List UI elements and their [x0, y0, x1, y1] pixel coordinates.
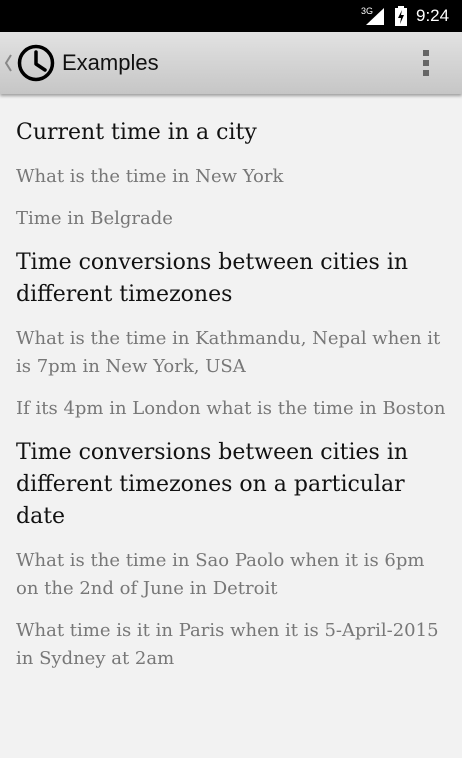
- clock-icon[interactable]: [16, 43, 56, 83]
- example-item[interactable]: What is the time in Sao Paolo when it is…: [16, 547, 446, 603]
- section-time-conversions: Time conversions between cities in diffe…: [16, 247, 446, 423]
- section-heading: Time conversions between cities in diffe…: [16, 440, 409, 529]
- back-chevron-icon[interactable]: [3, 52, 13, 74]
- overflow-menu-icon[interactable]: [418, 48, 434, 78]
- action-bar: Examples: [0, 32, 462, 94]
- example-item[interactable]: If its 4pm in London what is the time in…: [16, 395, 446, 423]
- status-bar: 3G 9:24: [0, 0, 462, 32]
- section-heading: Current time in a city: [16, 120, 257, 145]
- page-title: Examples: [62, 50, 159, 75]
- example-item[interactable]: What is the time in Kathmandu, Nepal whe…: [16, 325, 446, 381]
- section-current-time: Current time in a city What is the time …: [16, 117, 446, 233]
- signal-icon: [366, 8, 384, 25]
- examples-list: Current time in a city What is the time …: [16, 117, 446, 687]
- status-time: 9:24: [416, 6, 450, 25]
- section-heading: Time conversions between cities in diffe…: [16, 250, 409, 307]
- example-item[interactable]: Time in Belgrade: [16, 205, 446, 233]
- example-item[interactable]: What is the time in New York: [16, 163, 446, 191]
- battery-charging-icon: [395, 6, 407, 26]
- section-date-conversions: Time conversions between cities in diffe…: [16, 437, 446, 673]
- example-item[interactable]: What time is it in Paris when it is 5-Ap…: [16, 617, 446, 673]
